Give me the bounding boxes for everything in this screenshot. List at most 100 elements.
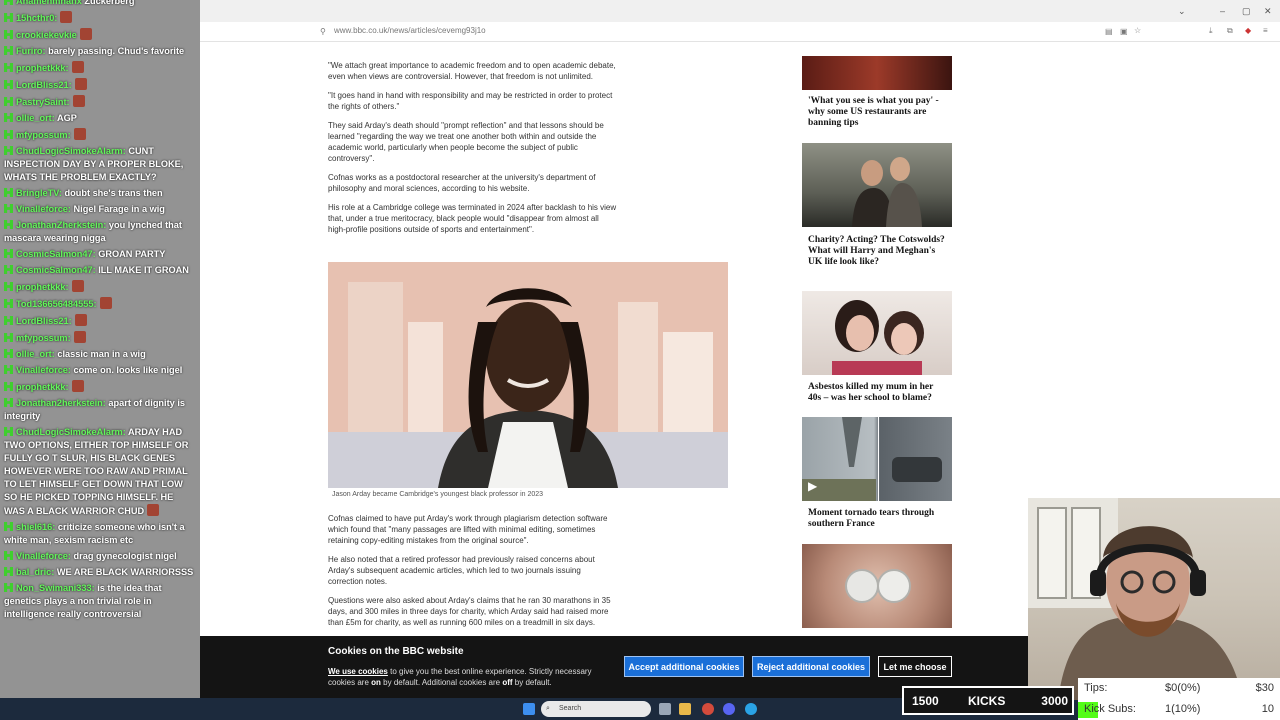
chat-username[interactable]: Furiro: xyxy=(16,46,46,56)
discord-icon[interactable] xyxy=(723,703,735,715)
extension-icon[interactable]: ▣ xyxy=(1120,27,1128,36)
chat-emote-icon xyxy=(72,95,85,107)
mother-daughter-illustration xyxy=(832,300,924,375)
promo-link-asbestos[interactable]: Asbestos killed my mum in her 40s – was … xyxy=(808,382,948,404)
chrome-icon[interactable] xyxy=(702,703,714,715)
kick-badge-icon xyxy=(4,63,13,72)
taskbar-search[interactable]: ⌕ Search xyxy=(541,701,651,717)
task-view-icon[interactable] xyxy=(659,703,671,715)
chat-username[interactable]: 15hcthr0: xyxy=(16,13,57,23)
chat-username[interactable]: Jonathan2herkstein: xyxy=(16,398,106,408)
promo-link-harry-meghan[interactable]: Charity? Acting? The Cotswolds? What wil… xyxy=(808,235,948,268)
chevron-down-icon[interactable]: ⌄ xyxy=(1178,6,1186,17)
chat-username[interactable]: prophetkkk: xyxy=(16,63,69,73)
article-body-top: "We attach great importance to academic … xyxy=(328,60,618,243)
screen: { "browser": { "url": "www.bbc.co.uk/new… xyxy=(0,0,1280,720)
chat-username[interactable]: prophetkkk: xyxy=(16,382,69,392)
kick-badge-icon xyxy=(4,220,13,229)
promo-image-harry-meghan[interactable] xyxy=(802,143,952,227)
chat-text: ILL MAKE IT GROAN xyxy=(95,265,189,275)
accept-cookies-button[interactable]: Accept additional cookies xyxy=(624,656,744,677)
chat-emote-icon xyxy=(74,78,87,90)
chat-text: Nigel Farage in a wig xyxy=(70,204,165,214)
file-explorer-icon[interactable] xyxy=(679,703,691,715)
play-icon[interactable]: ▶ xyxy=(808,479,817,493)
chat-username[interactable]: crookiekevkie xyxy=(16,30,77,40)
chat-message: LordBliss21: xyxy=(0,75,200,92)
chat-username[interactable]: CosmicSalmon47: xyxy=(16,249,96,259)
chat-username[interactable]: ollie_ort: xyxy=(16,113,55,123)
extensions-puzzle-icon[interactable]: ⧉ xyxy=(1227,26,1233,36)
url-text[interactable]: www.bbc.co.uk/news/articles/cevemg93j1o xyxy=(334,26,486,35)
chat-emote-icon xyxy=(73,331,86,343)
chat-username[interactable]: bal_dric: xyxy=(16,567,54,577)
cookie-text-part: by default. Additional cookies are xyxy=(380,678,503,687)
cookies-info-link[interactable]: We use cookies xyxy=(328,667,388,676)
telegram-icon[interactable] xyxy=(745,703,757,715)
kick-badge-icon xyxy=(4,349,13,358)
chat-message: mfypossum: xyxy=(0,125,200,142)
chat-username[interactable]: ChudLogicSimokeAlarm: xyxy=(16,146,126,156)
menu-icon[interactable]: ≡ xyxy=(1263,26,1268,35)
close-button[interactable]: ✕ xyxy=(1264,6,1272,17)
kick-badge-icon xyxy=(4,567,13,576)
chat-username[interactable]: PastrySaint: xyxy=(16,97,70,107)
star-icon[interactable]: ☆ xyxy=(1134,26,1141,35)
download-icon[interactable]: ⤓ xyxy=(1209,26,1213,36)
chat-username[interactable]: shiel616: xyxy=(16,522,55,532)
promo-link-tornado[interactable]: Moment tornado tears through southern Fr… xyxy=(808,508,948,530)
chat-text: barely passing. Chud's favorite xyxy=(45,46,185,56)
chat-username[interactable]: LordBliss21: xyxy=(16,80,72,90)
chat-message: prophetkkk: xyxy=(0,277,200,294)
chat-username[interactable]: ChudLogicSimokeAlarm: xyxy=(16,427,126,437)
maximize-button[interactable]: ▢ xyxy=(1242,6,1251,17)
chat-message: Furiro: barely passing. Chud's favorite xyxy=(0,42,200,58)
article-paragraph: Questions were also asked about Arday's … xyxy=(328,596,611,627)
kick-badge-icon xyxy=(4,130,13,139)
chat-emote-icon xyxy=(60,11,73,23)
article-paragraph: "We attach great importance to academic … xyxy=(328,61,616,81)
kick-badge-icon xyxy=(4,113,13,122)
chat-username[interactable]: Vinalleforce: xyxy=(16,365,71,375)
chat-username[interactable]: Non_Swimani333: xyxy=(16,583,95,593)
chat-username[interactable]: ollie_ort: xyxy=(16,349,55,359)
kick-badge-icon xyxy=(4,46,13,55)
article-paragraph: His role at a Cambridge college was term… xyxy=(328,203,617,234)
promo-image-restaurant[interactable] xyxy=(802,56,952,90)
let-me-choose-button[interactable]: Let me choose xyxy=(878,656,952,677)
chat-username[interactable]: Vinalleforce: xyxy=(16,204,71,214)
promo-image-coins[interactable] xyxy=(802,544,952,628)
article-photo xyxy=(328,262,728,488)
promo-link-tips[interactable]: 'What you see is what you pay' - why som… xyxy=(808,96,948,129)
chat-message: LordBliss21: xyxy=(0,311,200,328)
cookie-description: We use cookies to give you the best onli… xyxy=(328,666,608,688)
chat-username[interactable]: LordBliss21: xyxy=(16,316,72,326)
kick-badge-icon xyxy=(4,146,13,155)
chat-username[interactable]: JonathanZherkstein: xyxy=(16,220,106,230)
chat-username[interactable]: Vinalleforce: xyxy=(16,551,71,561)
chat-username[interactable]: Ahamenmhanx xyxy=(16,0,82,6)
chat-username[interactable]: Tod136656484555: xyxy=(16,299,97,309)
chat-text: come on. looks like nigel xyxy=(70,365,183,375)
reader-icon[interactable]: ▤ xyxy=(1105,27,1113,36)
chat-username[interactable]: mfypossum: xyxy=(16,130,71,140)
chat-message: prophetkkk: xyxy=(0,377,200,394)
address-bar[interactable]: ⚲ www.bbc.co.uk/news/articles/cevemg93j1… xyxy=(200,22,1280,42)
chat-username[interactable]: CosmicSalmon47: xyxy=(16,265,96,275)
chat-username[interactable]: mfypossum: xyxy=(16,333,71,343)
addon-icon[interactable]: ◆ xyxy=(1245,26,1251,35)
start-icon[interactable] xyxy=(523,703,535,715)
reject-cookies-button[interactable]: Reject additional cookies xyxy=(752,656,870,677)
promo-image-tornado[interactable]: ▶ xyxy=(802,417,952,501)
cookie-text-off: off xyxy=(502,678,513,687)
chat-username[interactable]: BringleTV: xyxy=(16,188,62,198)
chat-username[interactable]: prophetkkk: xyxy=(16,282,69,292)
article-paragraph: He also noted that a retired professor h… xyxy=(328,555,595,586)
promo-image-asbestos[interactable] xyxy=(802,291,952,375)
chat-emote-icon xyxy=(147,504,160,516)
chat-message: JonathanZherkstein: you lynched that mas… xyxy=(0,216,200,245)
subs-label: Kick Subs: xyxy=(1084,703,1136,715)
chat-message: Vinalleforce: drag gynecologist nigel xyxy=(0,547,200,563)
minimize-button[interactable]: – xyxy=(1220,6,1225,16)
kick-badge-icon xyxy=(4,316,13,325)
